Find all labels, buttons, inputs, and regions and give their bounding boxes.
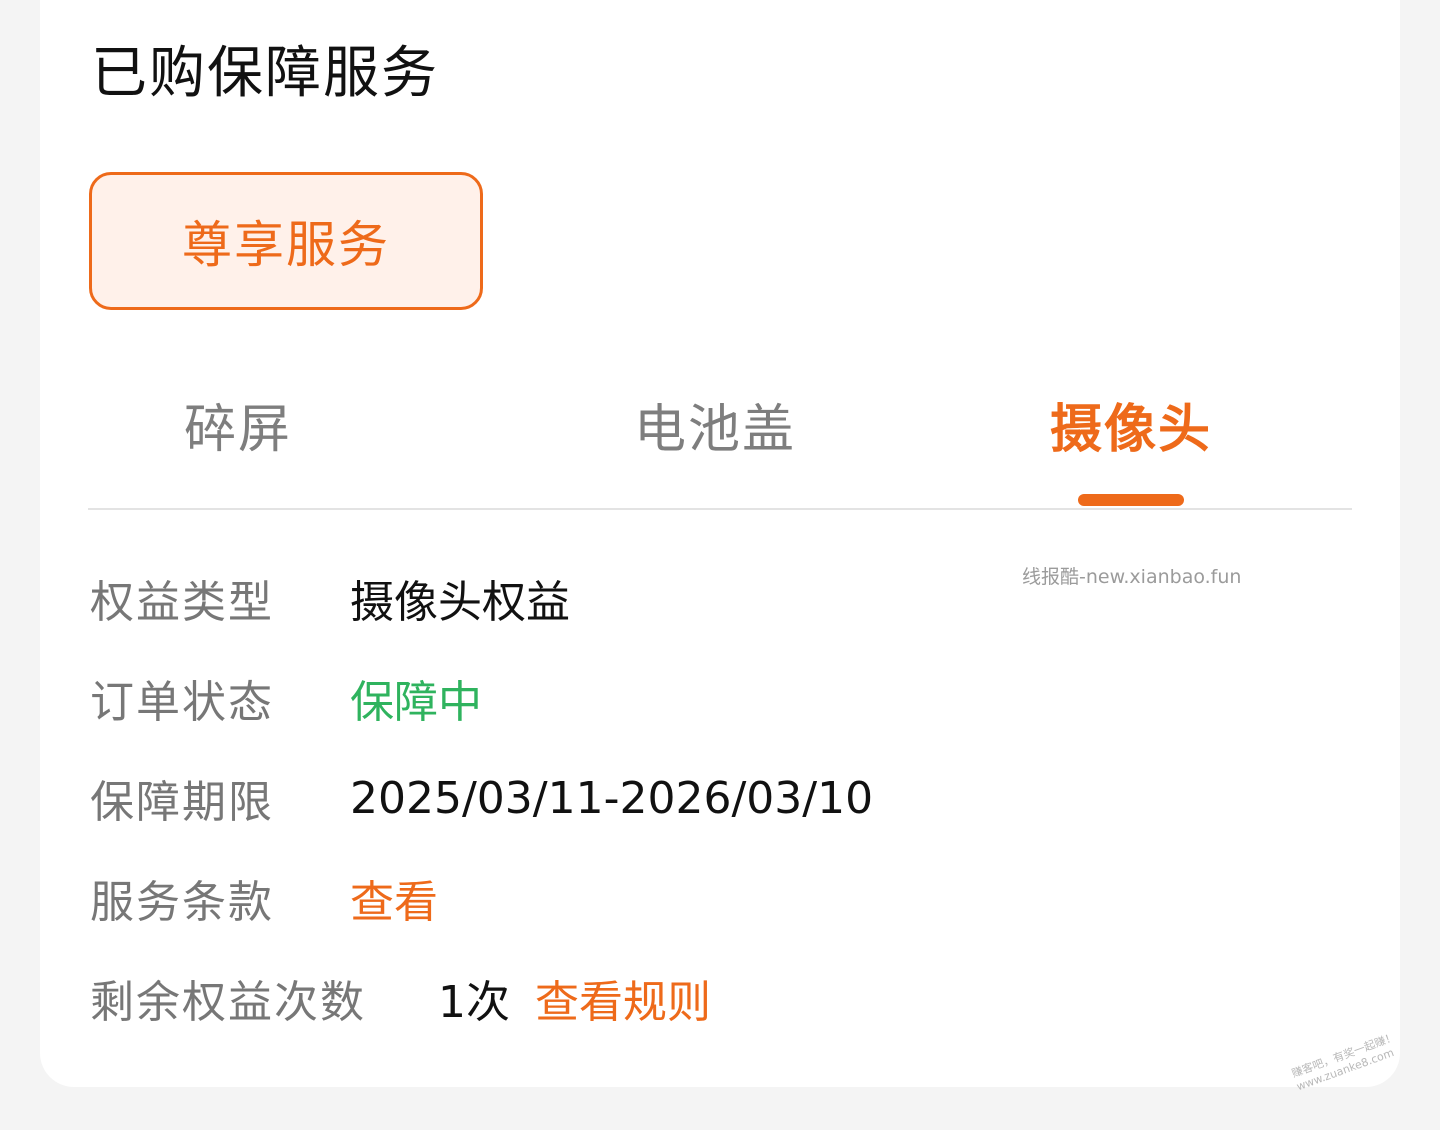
detail-row-order-status: 订单状态 保障中 — [90, 666, 482, 730]
benefit-type-value: 摄像头权益 — [350, 577, 570, 628]
view-rules-link[interactable]: 查看规则 — [535, 966, 711, 1030]
purchased-service-card: 已购保障服务 尊享服务 碎屏 电池盖 摄像头 线报酷-new.xianbao.f… — [40, 0, 1400, 1087]
detail-row-remaining-count: 剩余权益次数 1次 查看规则 — [90, 966, 711, 1030]
tab-camera[interactable]: 摄像头 — [981, 378, 1281, 470]
order-status-value: 保障中 — [350, 677, 482, 728]
tab-battery-cover-label: 电池盖 — [633, 399, 796, 460]
view-terms-link[interactable]: 查看 — [350, 866, 438, 930]
detail-row-service-terms: 服务条款 查看 — [90, 866, 438, 930]
coverage-period-label: 保障期限 — [90, 777, 274, 828]
watermark-text: 线报酷-new.xianbao.fun — [1022, 566, 1242, 588]
section-title: 已购保障服务 — [91, 41, 439, 106]
tab-screen-label: 碎屏 — [183, 399, 292, 460]
coverage-period-value: 2025/03/11-2026/03/10 — [350, 772, 874, 824]
service-terms-label: 服务条款 — [90, 877, 274, 928]
remaining-count-value: 1次 — [438, 977, 510, 1028]
tab-battery-cover[interactable]: 电池盖 — [565, 378, 865, 470]
active-tab-indicator — [1078, 494, 1184, 506]
premium-service-chip-label: 尊享服务 — [182, 216, 390, 274]
detail-row-coverage-period: 保障期限 2025/03/11-2026/03/10 — [90, 766, 873, 830]
tab-screen[interactable]: 碎屏 — [88, 378, 388, 470]
remaining-count-label: 剩余权益次数 — [90, 977, 366, 1028]
order-status-label: 订单状态 — [90, 677, 274, 728]
coverage-tabs: 碎屏 电池盖 摄像头 — [88, 378, 1352, 510]
benefit-type-label: 权益类型 — [90, 577, 274, 628]
premium-service-chip[interactable]: 尊享服务 — [89, 172, 483, 310]
tab-camera-label: 摄像头 — [1049, 399, 1212, 460]
detail-row-benefit-type: 权益类型 摄像头权益 — [90, 566, 570, 630]
